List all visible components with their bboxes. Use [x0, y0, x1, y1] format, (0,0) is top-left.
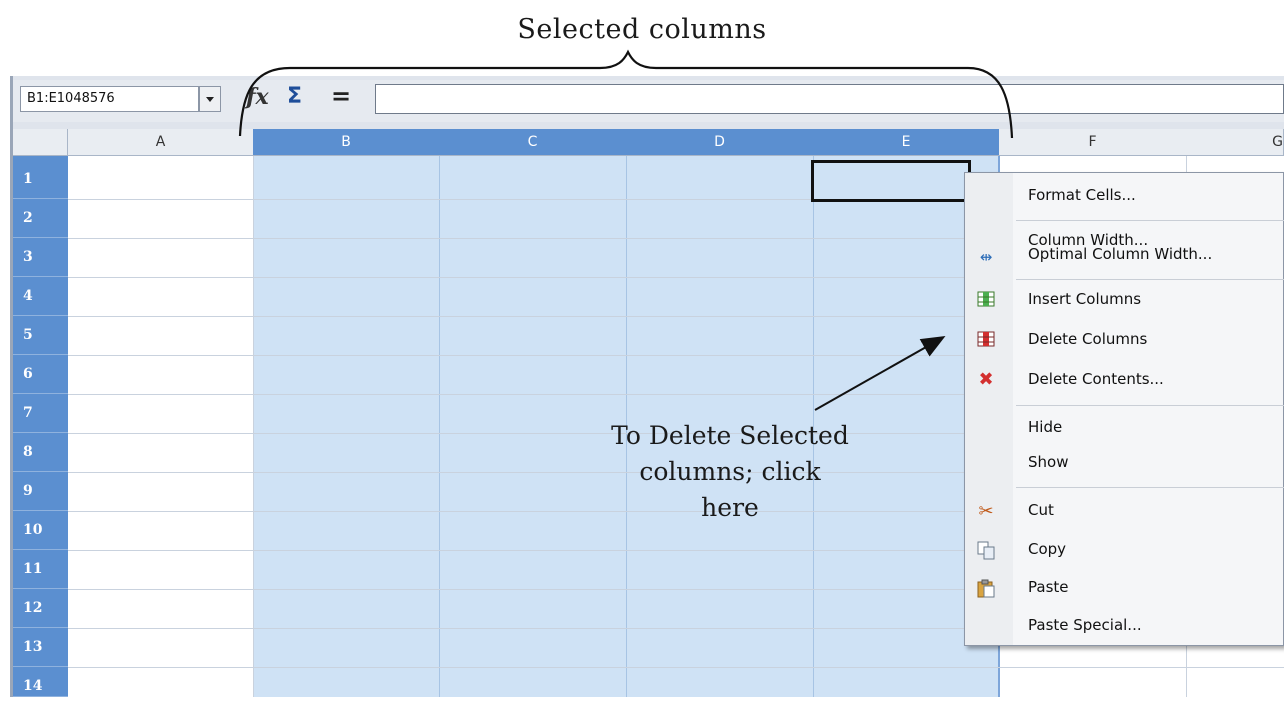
annotation-overlay — [238, 49, 1014, 411]
selection-brace — [238, 49, 1014, 139]
annotation-arrow — [814, 336, 946, 411]
delete-instruction-note: To Delete Selected columns; click here — [560, 418, 900, 526]
note-line-3: here — [701, 493, 759, 522]
note-line-1: To Delete Selected — [611, 421, 849, 450]
note-line-2: columns; click — [639, 457, 821, 486]
